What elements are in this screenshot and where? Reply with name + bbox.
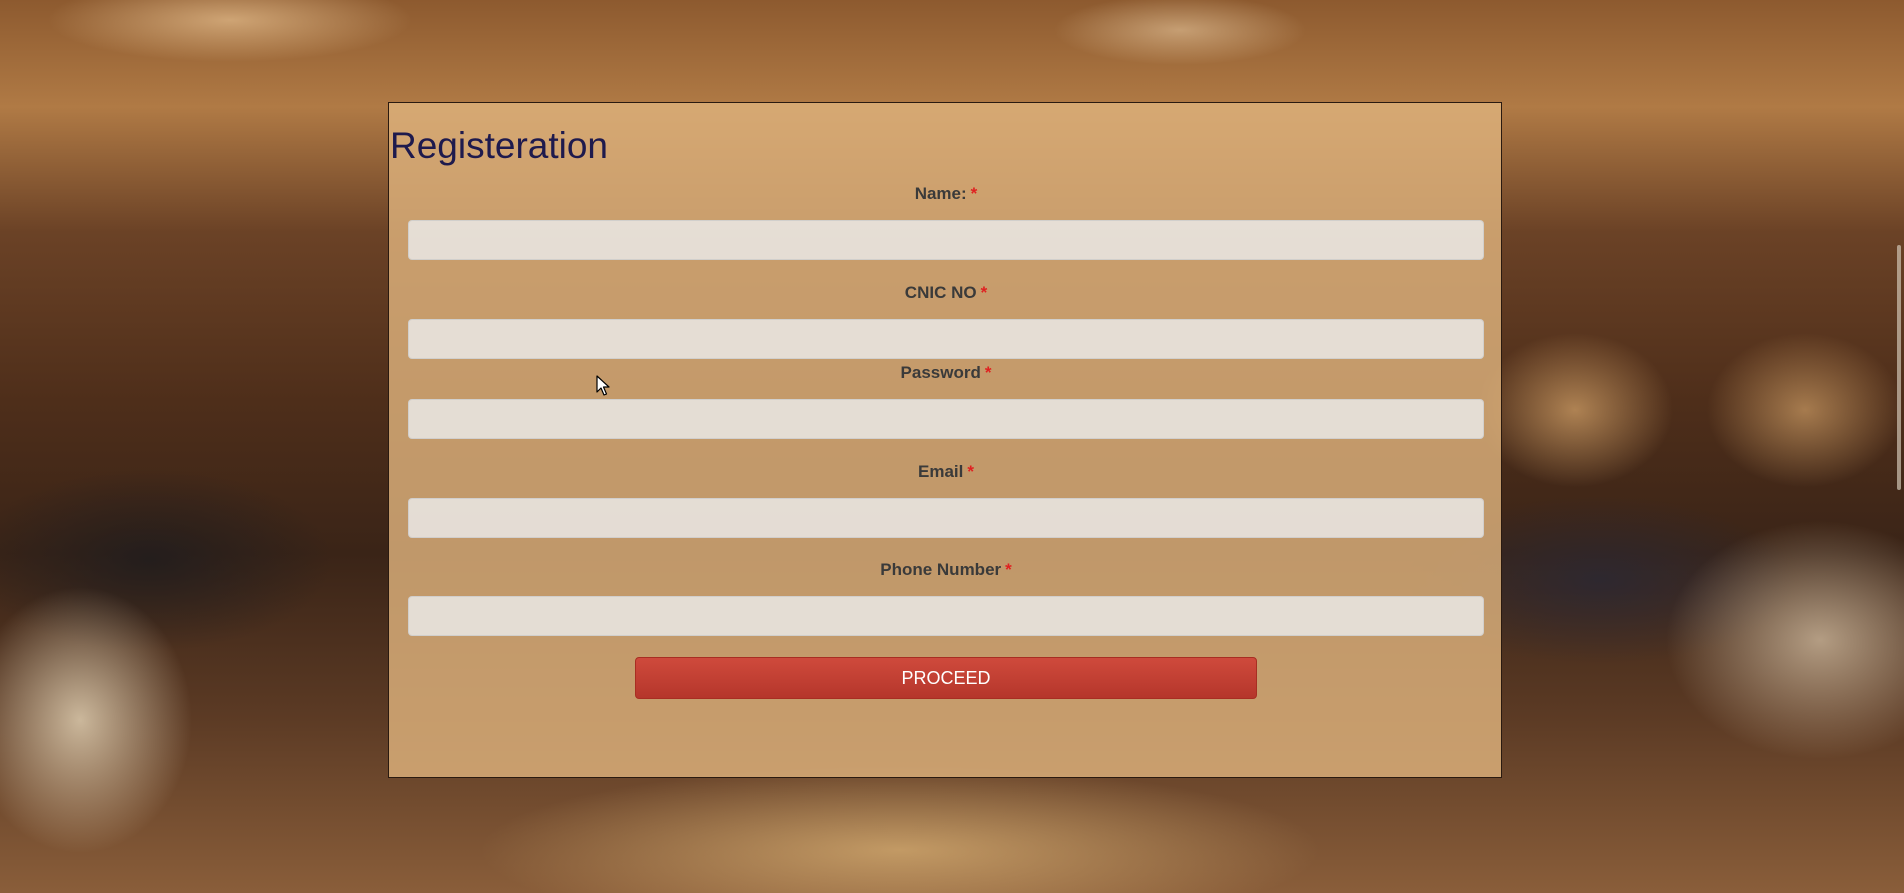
password-input[interactable] xyxy=(408,399,1484,439)
page-title: Registeration xyxy=(390,125,609,166)
cnic-label: CNIC NO * xyxy=(389,283,1503,303)
password-label-text: Password xyxy=(900,363,981,382)
phone-input[interactable] xyxy=(408,596,1484,636)
email-label: Email * xyxy=(389,462,1503,482)
registration-panel: Registeration Name: * CNIC NO * Password * … xyxy=(388,102,1502,778)
name-label: Name: * xyxy=(389,184,1503,204)
required-mark: * xyxy=(980,283,988,302)
password-label: Password * xyxy=(389,363,1503,383)
email-label-text: Email xyxy=(918,462,964,481)
cnic-input[interactable] xyxy=(408,319,1484,359)
required-mark: * xyxy=(970,184,978,203)
email-input[interactable] xyxy=(408,498,1484,538)
name-label-text: Name: xyxy=(914,184,967,203)
cnic-label-text: CNIC NO xyxy=(904,283,977,302)
proceed-button[interactable]: PROCEED xyxy=(635,657,1257,699)
scrollbar[interactable] xyxy=(1897,245,1901,490)
phone-label: Phone Number * xyxy=(389,560,1503,580)
required-mark: * xyxy=(1005,560,1012,579)
required-mark: * xyxy=(967,462,974,481)
phone-label-text: Phone Number xyxy=(880,560,1002,579)
mouse-cursor-icon xyxy=(596,375,610,396)
required-mark: * xyxy=(984,363,992,382)
name-input[interactable] xyxy=(408,220,1484,260)
